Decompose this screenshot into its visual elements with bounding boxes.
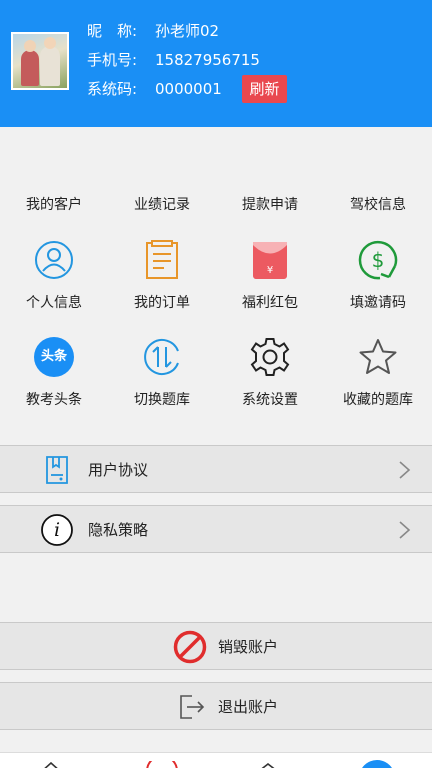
- forbidden-icon: [173, 630, 207, 664]
- syscode-row: 系统码: 0000001: [87, 77, 222, 101]
- chevron-right-icon: [399, 521, 411, 539]
- profile-tab-icon[interactable]: [359, 760, 395, 768]
- home-tab-icon[interactable]: [40, 762, 62, 768]
- logout-label: 退出账户: [218, 698, 279, 716]
- delete-account-button[interactable]: 销毁账户: [0, 622, 432, 670]
- user-agreement-label: 用户协议: [88, 461, 149, 479]
- study-tab-icon[interactable]: [258, 763, 278, 768]
- grid-label: 切换题库: [134, 392, 190, 408]
- grid-label: 系统设置: [242, 392, 298, 408]
- user-icon: [35, 241, 73, 279]
- logout-icon: [180, 695, 205, 719]
- phone-row: 手机号: 15827956715: [87, 48, 260, 72]
- top-links: 我的客户 业绩记录 提款申请 驾校信息: [0, 193, 432, 217]
- nickname-row: 昵 称: 孙老师02: [87, 19, 219, 43]
- grid-label: 个人信息: [26, 295, 82, 311]
- delete-account-label: 销毁账户: [218, 638, 279, 656]
- gear-icon: [250, 338, 290, 376]
- switch-icon: [144, 339, 179, 375]
- logout-button[interactable]: 退出账户: [0, 682, 432, 730]
- grid-label: 福利红包: [242, 295, 298, 311]
- grid-label: 教考头条: [26, 392, 82, 408]
- syscode-label: 系统码:: [87, 80, 138, 98]
- avatar[interactable]: [11, 32, 69, 90]
- grid-label: 填邀请码: [350, 295, 406, 311]
- red-envelope-icon: ¥: [253, 242, 287, 279]
- grid-label: 收藏的题库: [343, 392, 413, 408]
- grid-item-personal-info[interactable]: 个人信息: [0, 240, 108, 320]
- grid-item-favorites[interactable]: 收藏的题库: [324, 337, 432, 417]
- user-agreement-row[interactable]: 用户协议: [0, 445, 432, 493]
- order-icon: [146, 240, 178, 279]
- profile-header: 昵 称: 孙老师02 手机号: 15827956715 系统码: 0000001 刷新: [0, 0, 432, 127]
- grid-item-my-orders[interactable]: 我的订单: [108, 240, 216, 320]
- withdraw-link[interactable]: 提款申请: [216, 193, 324, 217]
- nickname-label: 昵 称:: [87, 22, 138, 40]
- performance-link[interactable]: 业绩记录: [108, 193, 216, 217]
- document-icon: [46, 456, 68, 484]
- privacy-policy-label: 隐私策略: [88, 521, 149, 539]
- syscode-value: 0000001: [155, 80, 222, 98]
- headline-badge-text: 头条: [40, 349, 67, 364]
- svg-text:¥: ¥: [267, 265, 273, 276]
- grid-item-switch-bank[interactable]: 切换题库: [108, 337, 216, 417]
- grid-item-red-envelope[interactable]: ¥ 福利红包: [216, 240, 324, 320]
- grid-item-settings[interactable]: 系统设置: [216, 337, 324, 417]
- privacy-policy-row[interactable]: i 隐私策略: [0, 505, 432, 553]
- dollar-icon: $: [358, 240, 398, 280]
- grid-item-invite-code[interactable]: $ 填邀请码: [324, 240, 432, 320]
- bottom-tab-bar: [0, 752, 432, 768]
- phone-value: 15827956715: [155, 51, 260, 69]
- info-glyph: i: [53, 519, 61, 541]
- school-info-link[interactable]: 驾校信息: [324, 193, 432, 217]
- exam-tab-icon[interactable]: [145, 761, 179, 768]
- refresh-button[interactable]: 刷新: [242, 75, 287, 103]
- grid-label: 我的订单: [134, 295, 190, 311]
- svg-text:$: $: [372, 248, 385, 272]
- chevron-right-icon: [399, 461, 411, 479]
- star-icon: [359, 339, 397, 374]
- grid-item-headlines[interactable]: 头条 教考头条: [0, 337, 108, 417]
- phone-label: 手机号:: [87, 51, 138, 69]
- nickname-value: 孙老师02: [155, 22, 220, 40]
- my-customers-link[interactable]: 我的客户: [0, 193, 108, 217]
